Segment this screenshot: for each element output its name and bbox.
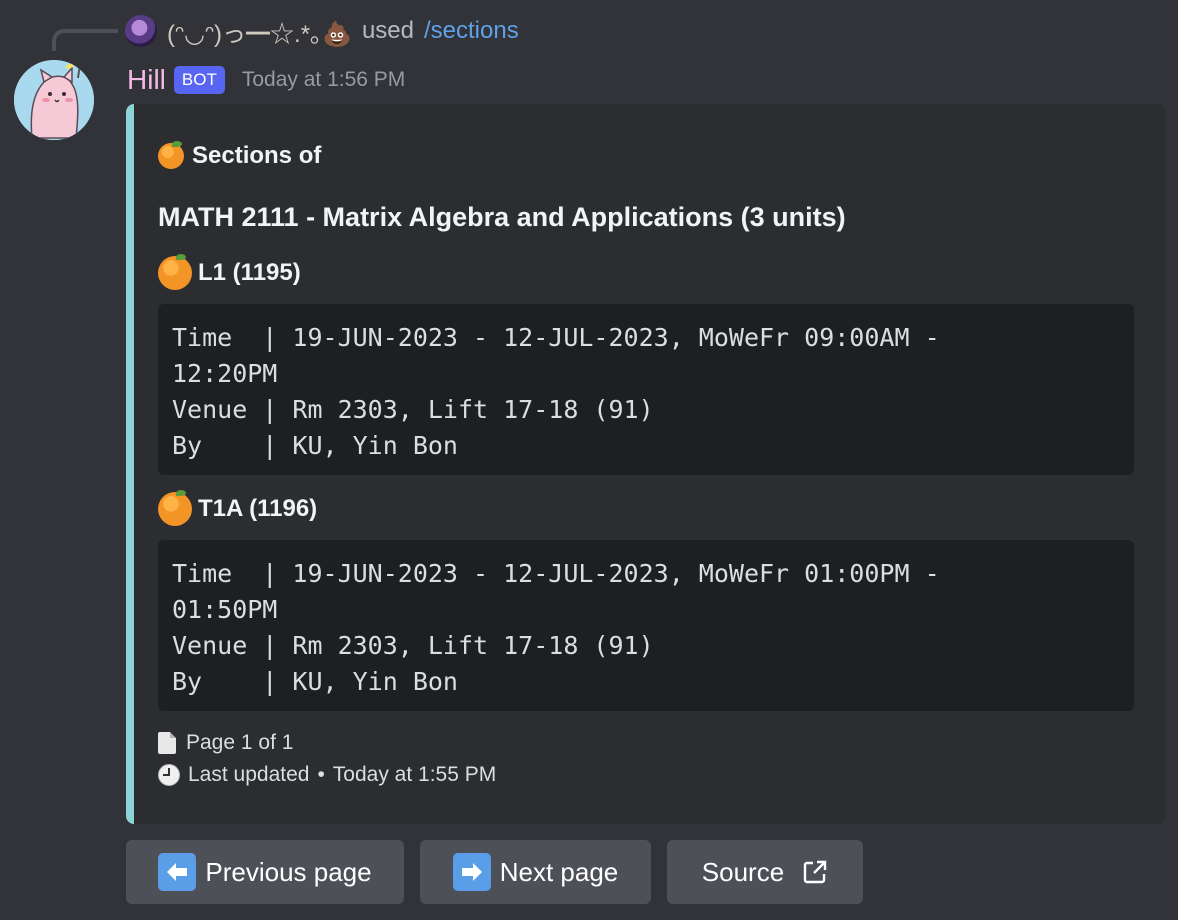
footer-text: Last updated xyxy=(188,763,310,786)
code-line: 12:20PM xyxy=(172,359,278,388)
reply-used-text: used xyxy=(361,17,414,44)
bot-avatar[interactable] xyxy=(14,60,94,140)
previous-page-button[interactable]: Previous page xyxy=(126,840,404,904)
code-line: By | KU, Yin Bon xyxy=(172,431,458,460)
code-line: Time | 19-JUN-2023 - 12-JUL-2023, MoWeFr… xyxy=(172,323,940,352)
field-name-text: L1 (1195) xyxy=(198,259,301,286)
embed-title: MATH 2111 - Matrix Algebra and Applicati… xyxy=(158,202,846,232)
discord-message: (ᵔ◡ᵔ)っ━☆.*｡💩 used /sections Hill BOT Tod… xyxy=(0,0,1178,920)
field-name-text: T1A (1196) xyxy=(198,495,318,522)
message-timestamp[interactable]: Today at 1:56 PM xyxy=(242,68,405,92)
orange-circle-icon xyxy=(158,490,192,526)
tangerine-icon xyxy=(158,141,184,169)
clock-icon xyxy=(158,764,180,786)
reply-command-link[interactable]: /sections xyxy=(424,17,519,45)
code-line: Venue | Rm 2303, Lift 17-18 (91) xyxy=(172,631,654,660)
code-line: Venue | Rm 2303, Lift 17-18 (91) xyxy=(172,395,654,424)
embed-footer: Last updated • Today at 1:55 PM xyxy=(158,763,496,787)
embed-author: Sections of xyxy=(158,141,322,170)
bot-tag: BOT xyxy=(173,66,225,94)
left-arrow-icon xyxy=(158,853,197,891)
external-link-icon xyxy=(802,859,828,885)
page-icon xyxy=(158,732,176,754)
bot-username[interactable]: Hill xyxy=(127,64,166,96)
source-link-button[interactable]: Source xyxy=(667,840,863,904)
footer-timestamp: Today at 1:55 PM xyxy=(332,763,497,786)
right-arrow-icon xyxy=(452,853,491,891)
message-header: Hill BOT Today at 1:56 PM xyxy=(127,60,405,100)
reply-username[interactable]: (ᵔ◡ᵔ)っ━☆.*｡💩 xyxy=(167,14,352,49)
next-page-button[interactable]: Next page xyxy=(420,840,651,904)
previous-page-label: Previous page xyxy=(205,856,372,887)
page-info-line: Page 1 of 1 xyxy=(158,731,293,755)
reply-header: (ᵔ◡ᵔ)っ━☆.*｡💩 used /sections xyxy=(125,12,519,50)
codeblock-t1a: Time | 19-JUN-2023 - 12-JUL-2023, MoWeFr… xyxy=(158,540,1134,711)
orange-circle-icon xyxy=(158,254,192,290)
page-info-text: Page 1 of 1 xyxy=(186,731,294,754)
field-name-l1: L1 (1195) xyxy=(158,254,301,290)
embed-card: Sections of MATH 2111 - Matrix Algebra a… xyxy=(126,104,1166,824)
code-line: Time | 19-JUN-2023 - 12-JUL-2023, MoWeFr… xyxy=(172,559,940,588)
code-line: By | KU, Yin Bon xyxy=(172,667,458,696)
field-name-t1a: T1A (1196) xyxy=(158,490,318,526)
source-label: Source xyxy=(701,856,785,887)
reply-user-avatar[interactable] xyxy=(125,15,157,47)
reply-connector-line xyxy=(52,29,118,51)
next-page-label: Next page xyxy=(499,856,619,887)
embed-author-text: Sections of xyxy=(192,142,322,169)
codeblock-l1: Time | 19-JUN-2023 - 12-JUL-2023, MoWeFr… xyxy=(158,304,1134,475)
pink-cat-avatar-icon xyxy=(14,60,94,140)
footer-separator: • xyxy=(317,763,325,786)
code-line: 01:50PM xyxy=(172,595,278,624)
